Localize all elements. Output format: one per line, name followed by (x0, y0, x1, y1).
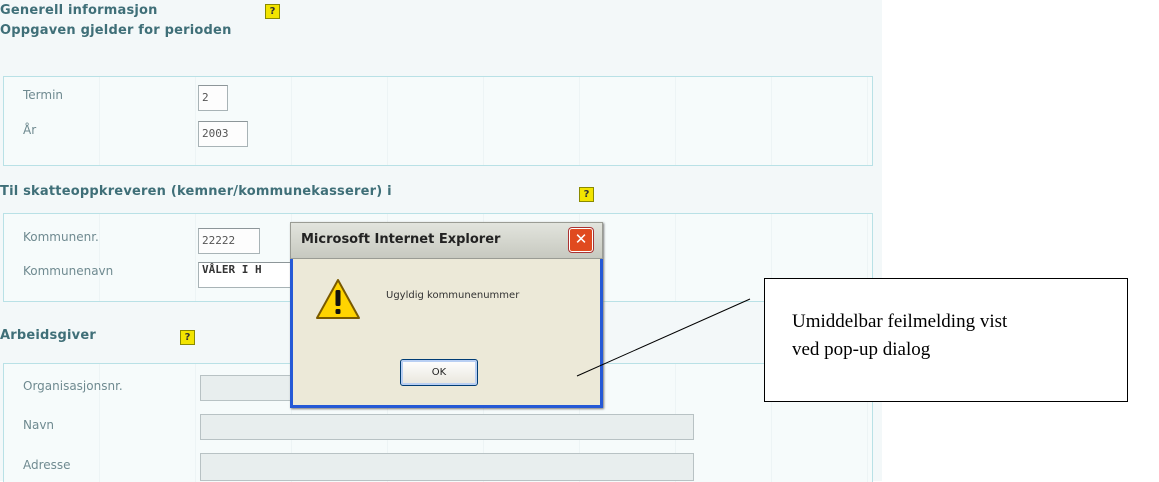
callout-text: Umiddelbar feilmelding vist ved pop-up d… (792, 311, 1008, 360)
callout-box: Umiddelbar feilmelding vist ved pop-up d… (764, 278, 1128, 402)
callout-connector (576, 298, 751, 377)
